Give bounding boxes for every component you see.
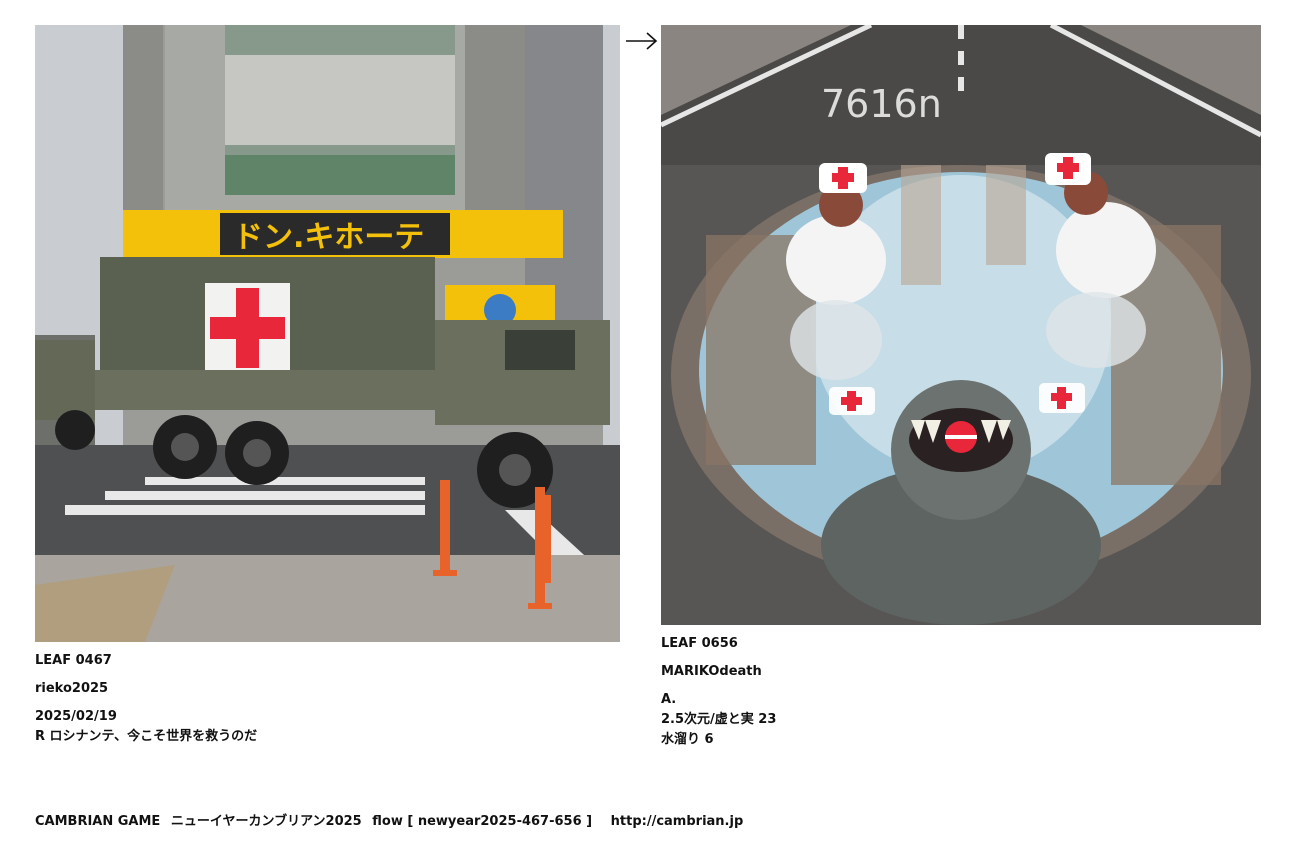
right-author[interactable]: MARIKOdeath	[661, 662, 762, 682]
right-photo[interactable]: 7616n	[661, 25, 1261, 625]
footer-flow: flow [ newyear2025-467-656 ]	[372, 814, 593, 829]
footer-event-name: ニューイヤーカンブリアン2025	[170, 814, 362, 829]
left-leaf-id: LEAF 0467	[35, 653, 112, 668]
left-photo[interactable]: ドン.キホーテ	[35, 25, 620, 642]
footer-site-link[interactable]: http://cambrian.jp	[611, 814, 744, 829]
right-arrow-icon	[626, 32, 658, 50]
store-sign-text: ドン.キホーテ	[233, 220, 424, 255]
right-theme-line: 2.5次元/虚と実 23	[661, 712, 777, 727]
puddle-photo-image: 7616n	[661, 25, 1261, 625]
left-title: R ロシナンテ、今こそ世界を救うのだ	[35, 729, 258, 744]
right-title-line: A.	[661, 692, 677, 707]
left-author[interactable]: rieko2025	[35, 679, 108, 699]
road-marking-text: 7616n	[821, 82, 942, 126]
footer: CAMBRIAN GAME ニューイヤーカンブリアン2025 flow [ ne…	[35, 812, 743, 832]
right-subtheme-line: 水溜り 6	[661, 732, 714, 747]
right-leaf-id: LEAF 0656	[661, 636, 738, 651]
left-date: 2025/02/19	[35, 709, 117, 724]
footer-game-name: CAMBRIAN GAME	[35, 814, 161, 829]
page: ドン.キホーテ 7616n LEAF 0467 rieko2025 2025/0…	[0, 0, 1296, 847]
truck-photo-image: ドン.キホーテ	[35, 25, 620, 642]
